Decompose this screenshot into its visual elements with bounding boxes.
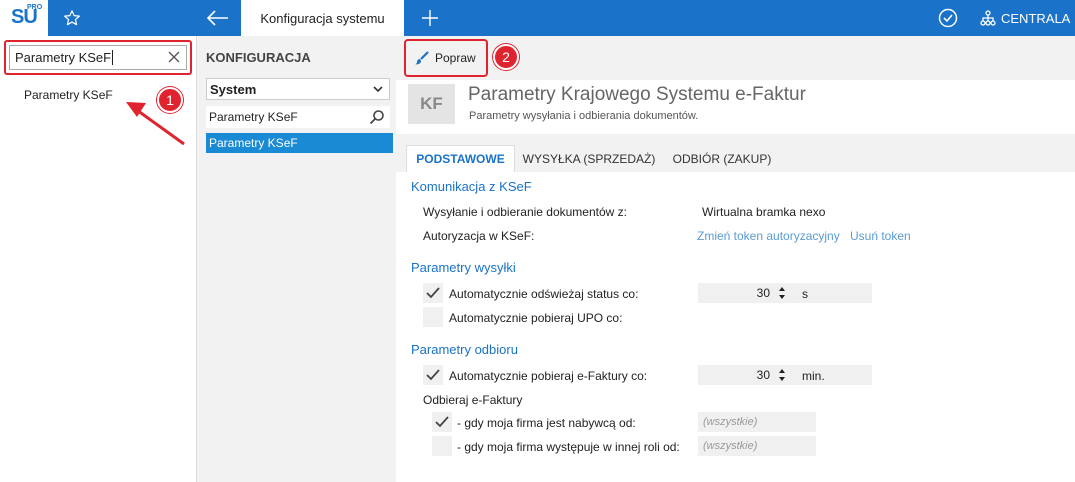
annotation-badge-2: 2 <box>493 44 519 70</box>
spinner-arrows-icon[interactable] <box>778 286 786 300</box>
upo-checkbox[interactable] <box>423 307 443 327</box>
section-komunikacja: Komunikacja z KSeF <box>411 179 532 194</box>
section-odbior: Parametry odbioru <box>411 342 518 357</box>
status-refresh-unit: s <box>802 287 808 301</box>
checkmark-icon <box>426 369 440 381</box>
sending-source-value[interactable]: Wirtualna bramka nexo <box>702 205 825 219</box>
back-arrow-icon <box>207 10 228 26</box>
popraw-highlight: Popraw <box>404 39 488 77</box>
popraw-label: Popraw <box>435 51 476 65</box>
page-title: Parametry Krajowego Systemu e-Faktur <box>468 84 806 105</box>
tab-konfiguracja-systemu[interactable]: Konfiguracja systemu <box>241 0 404 36</box>
other-role-label: - gdy moja firma występuje w innej roli … <box>457 440 680 454</box>
search-highlight: Parametry KSeF <box>4 40 192 75</box>
other-role-checkbox[interactable] <box>432 436 452 456</box>
buyer-label: - gdy moja firma jest nabywcą od: <box>457 416 636 430</box>
top-bar <box>0 0 1075 36</box>
config-tree-panel: KONFIGURACJA System Parametry KSeF Param… <box>197 36 396 482</box>
checkmark-icon <box>426 287 440 299</box>
auto-fetch-label: Automatycznie pobieraj e-Faktury co: <box>449 369 648 383</box>
page-subtitle: Parametry wysyłania i odbierania dokumen… <box>469 110 699 122</box>
branch-label: CENTRALA <box>1001 10 1071 26</box>
tab-podstawowe[interactable]: PODSTAWOWE <box>406 145 515 172</box>
tab-wysylka[interactable]: WYSYŁKA (SPRZEDAŻ) <box>520 145 658 172</box>
auto-fetch-stepper[interactable]: 30 <box>698 365 794 385</box>
search-result-item[interactable]: Parametry KSeF <box>24 88 113 102</box>
chevron-down-icon <box>373 86 383 93</box>
check-circle-icon <box>938 8 958 28</box>
search-icon[interactable] <box>369 109 385 125</box>
logo-sup: PRO <box>27 4 43 11</box>
search-input[interactable]: Parametry KSeF <box>9 45 187 70</box>
hierarchy-icon <box>980 10 996 26</box>
config-category-value: System <box>210 81 257 97</box>
config-filter-value: Parametry KSeF <box>209 110 298 124</box>
popraw-button[interactable]: Popraw <box>409 44 483 72</box>
auto-fetch-value: 30 <box>756 368 770 382</box>
status-refresh-checkbox[interactable] <box>423 283 443 303</box>
star-icon <box>64 10 80 26</box>
buyer-source-field[interactable]: (wszystkie) <box>698 412 816 432</box>
status-button[interactable] <box>936 6 960 30</box>
plus-icon <box>422 10 438 26</box>
config-category-select[interactable]: System <box>206 78 390 100</box>
status-refresh-label: Automatycznie odświeżaj status co: <box>449 287 639 301</box>
app-logo[interactable]: SU PRO <box>0 0 48 36</box>
upo-label: Automatycznie pobieraj UPO co: <box>449 311 623 325</box>
favorites-button[interactable] <box>48 0 96 36</box>
spinner-arrows-icon[interactable] <box>778 368 786 382</box>
branch-selector[interactable]: CENTRALA <box>980 0 1070 36</box>
authorization-label: Autoryzacja w KSeF: <box>423 229 535 243</box>
checkmark-icon <box>435 416 449 428</box>
receive-invoices-label: Odbieraj e-Faktury <box>423 393 523 407</box>
search-input-value: Parametry KSeF <box>15 50 112 65</box>
module-badge: KF <box>408 84 455 124</box>
status-refresh-stepper[interactable]: 30 <box>698 283 794 303</box>
config-tree-item-selected[interactable]: Parametry KSeF <box>206 133 393 153</box>
close-icon[interactable] <box>166 49 182 65</box>
remove-token-link[interactable]: Usuń token <box>850 229 911 243</box>
back-button[interactable] <box>196 0 240 36</box>
other-role-source-field[interactable]: (wszystkie) <box>698 436 816 456</box>
auto-fetch-checkbox[interactable] <box>423 365 443 385</box>
brush-icon <box>415 51 429 65</box>
config-panel-title: KONFIGURACJA <box>206 50 311 65</box>
annotation-badge-1: 1 <box>157 87 183 113</box>
sending-source-label: Wysyłanie i odbieranie dokumentów z: <box>423 205 627 219</box>
buyer-checkbox[interactable] <box>432 412 452 432</box>
config-filter-input[interactable]: Parametry KSeF <box>206 106 390 128</box>
tab-odbior[interactable]: ODBIÓR (ZAKUP) <box>666 145 778 172</box>
new-tab-button[interactable] <box>412 0 448 36</box>
auto-fetch-unit: min. <box>802 369 825 383</box>
section-wysylka: Parametry wysyłki <box>411 260 516 275</box>
text-cursor <box>112 50 114 65</box>
change-token-link[interactable]: Zmień token autoryzacyjny <box>697 229 840 243</box>
status-refresh-value: 30 <box>756 286 770 300</box>
